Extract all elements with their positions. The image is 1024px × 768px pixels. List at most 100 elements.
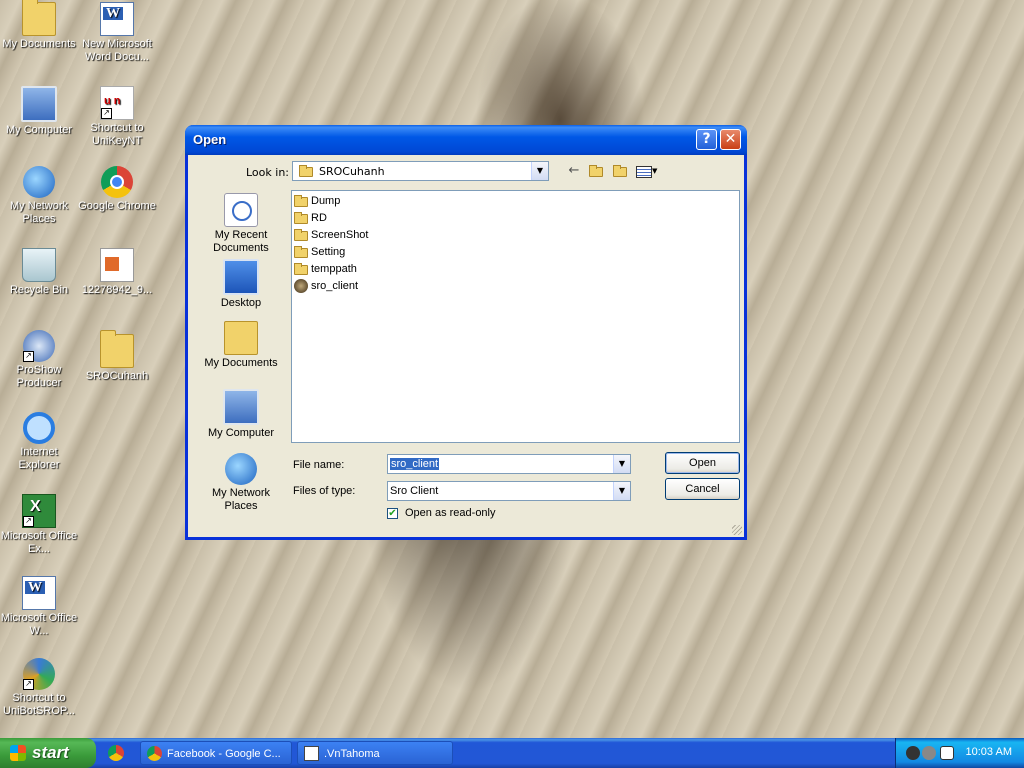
look-in-value: SROCuhanh — [319, 165, 385, 178]
desktop-icon-unibot-shortcut[interactable]: ↗ Shortcut to UniBotSROP... — [0, 658, 78, 718]
chevron-down-icon[interactable]: ▼ — [531, 162, 548, 180]
shortcut-arrow-icon: ↗ — [23, 351, 34, 362]
file-list[interactable]: Dump RD ScreenShot Setting temppath sro_… — [291, 190, 740, 443]
desktop-icon-label: ProShow Producer — [16, 364, 62, 389]
system-tray: 10:03 AM — [895, 738, 1024, 768]
desktop-icon-google-chrome[interactable]: Google Chrome — [78, 166, 156, 213]
open-button[interactable]: Open — [665, 452, 740, 474]
desktop-icon-microsoft-word[interactable]: Microsoft Office W... — [0, 576, 78, 638]
new-folder-button[interactable] — [610, 163, 630, 179]
look-in-label: Look in: — [246, 166, 289, 179]
up-folder-button[interactable] — [586, 163, 606, 179]
recycle-bin-icon — [22, 248, 56, 282]
back-button[interactable]: ← — [564, 163, 584, 179]
chevron-down-icon[interactable]: ▼ — [613, 455, 630, 473]
shortcut-arrow-icon: ↗ — [23, 679, 34, 690]
desktop-icon-my-network-places[interactable]: My Network Places — [0, 166, 78, 226]
folder-icon — [294, 212, 308, 224]
desktop-icon-label: New Microsoft Word Docu... — [82, 38, 152, 63]
desktop-icon — [223, 259, 259, 295]
file-name: Setting — [311, 246, 346, 258]
files-of-type-dropdown[interactable]: Sro Client ▼ — [387, 481, 631, 501]
file-name: temppath — [311, 263, 357, 275]
desktop-icon-word-document[interactable]: New Microsoft Word Docu... — [78, 2, 156, 64]
file-name: RD — [311, 212, 327, 224]
task-facebook-chrome[interactable]: Facebook - Google C... — [140, 741, 292, 765]
chevron-down-icon: ▼ — [652, 167, 658, 175]
dialog-title: Open — [193, 132, 227, 147]
place-label: Desktop — [220, 297, 262, 309]
read-only-label[interactable]: Open as read-only — [405, 507, 496, 519]
read-only-checkbox[interactable]: ✔ — [387, 508, 398, 519]
tray-speaker-icon[interactable] — [922, 746, 936, 760]
desktop-icon-label: My Network Places — [9, 200, 69, 225]
tray-keyboard-icon[interactable] — [940, 746, 954, 760]
desktop-icon-label: Shortcut to UniKeyNT — [90, 122, 144, 147]
desktop-icon-label: Google Chrome — [78, 200, 156, 212]
unikey-icon: ↗ — [100, 86, 134, 120]
shortcut-arrow-icon: ↗ — [23, 516, 34, 527]
recent-documents-icon — [224, 193, 258, 227]
folder-icon — [294, 229, 308, 241]
desktop-icon-label: My Computer — [5, 124, 73, 136]
desktop-icon-microsoft-excel[interactable]: ↗ Microsoft Office Ex... — [0, 494, 78, 556]
places-bar: My Recent Documents Desktop My Documents… — [203, 187, 278, 512]
chevron-down-icon[interactable]: ▼ — [613, 482, 630, 500]
folder-icon — [294, 263, 308, 275]
task-label: .VnTahoma — [324, 748, 380, 760]
close-button[interactable]: ✕ — [720, 129, 741, 150]
place-my-network-places[interactable]: My Network Places — [203, 453, 279, 513]
folder-icon — [294, 246, 308, 258]
word-document-icon — [100, 2, 134, 36]
start-button[interactable]: start — [0, 738, 96, 768]
word-icon — [22, 576, 56, 610]
file-name-combobox[interactable]: sro_client ▼ — [387, 454, 631, 474]
image-file-icon — [100, 248, 134, 282]
folder-icon — [100, 330, 134, 368]
desktop-icon-recycle-bin[interactable]: Recycle Bin — [0, 248, 78, 297]
my-documents-icon — [224, 321, 258, 355]
desktop-icon-internet-explorer[interactable]: Internet Explorer — [0, 412, 78, 472]
look-in-dropdown[interactable]: SROCuhanh ▼ — [292, 161, 549, 181]
file-name: Dump — [311, 195, 341, 207]
desktop-icon-label: My Documents — [2, 38, 76, 50]
view-menu-button[interactable]: ▼ — [634, 163, 660, 179]
computer-icon — [21, 86, 57, 122]
dialog-titlebar[interactable]: Open ? ✕ — [185, 125, 747, 155]
desktop-icon-label: SROCuhanh — [85, 370, 149, 382]
task-vntahoma[interactable]: .VnTahoma — [297, 741, 453, 765]
tray-gear-icon[interactable] — [906, 746, 920, 760]
folder-icon — [294, 195, 308, 207]
files-of-type-value: Sro Client — [390, 485, 439, 497]
folder-icon — [22, 0, 56, 36]
network-globe-icon — [23, 166, 55, 198]
cancel-button[interactable]: Cancel — [665, 478, 740, 500]
my-computer-icon — [223, 389, 259, 425]
quick-launch-chrome-icon[interactable] — [108, 745, 124, 761]
place-my-computer[interactable]: My Computer — [203, 389, 279, 440]
desktop-icon-my-documents[interactable]: My Documents — [0, 0, 78, 51]
chrome-icon — [101, 166, 133, 198]
new-folder-icon — [613, 165, 627, 177]
windows-logo-icon — [10, 745, 26, 761]
shortcut-arrow-icon: ↗ — [101, 108, 112, 119]
network-places-icon — [225, 453, 257, 485]
excel-icon: ↗ — [22, 494, 56, 528]
desktop-icon-my-computer[interactable]: My Computer — [0, 86, 78, 137]
help-button[interactable]: ? — [696, 129, 717, 150]
file-name-input[interactable]: sro_client — [390, 458, 440, 470]
desktop-icon-label: Recycle Bin — [9, 284, 69, 296]
file-name: ScreenShot — [311, 229, 369, 241]
desktop-icon-srocuhanh-folder[interactable]: SROCuhanh — [78, 330, 156, 383]
view-menu-icon — [636, 166, 652, 178]
place-my-recent-documents[interactable]: My Recent Documents — [203, 193, 279, 255]
checkmark-icon: ✔ — [388, 508, 397, 519]
desktop-icon-file-12278942[interactable]: 12278942_9... — [78, 248, 156, 297]
clock[interactable]: 10:03 AM — [966, 746, 1012, 758]
resize-grip[interactable] — [732, 525, 742, 535]
start-label: start — [32, 743, 69, 762]
place-my-documents[interactable]: My Documents — [203, 321, 279, 370]
desktop-icon-unikey-shortcut[interactable]: ↗ Shortcut to UniKeyNT — [78, 86, 156, 148]
place-desktop[interactable]: Desktop — [203, 259, 279, 310]
desktop-icon-proshow-producer[interactable]: ↗ ProShow Producer — [0, 330, 78, 390]
